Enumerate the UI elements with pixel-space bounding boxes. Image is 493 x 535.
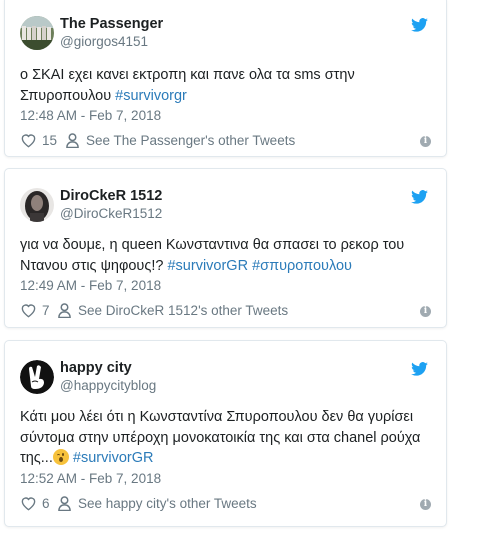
tweet-card: DiroCkeR 1512 @DiroCkeR1512 για να δουμε…	[4, 168, 447, 328]
hashtag-link[interactable]: #survivorgr	[115, 88, 187, 104]
like-count: 6	[42, 496, 50, 511]
other-tweets-label: See happy city's other Tweets	[78, 496, 257, 511]
like-button[interactable]: 6	[20, 496, 50, 511]
hashtag-link[interactable]: #survivorGR	[167, 258, 248, 274]
heart-icon	[21, 134, 36, 148]
other-tweets-link[interactable]: See The Passenger's other Tweets	[66, 133, 295, 148]
like-button[interactable]: 15	[20, 133, 57, 148]
tweet-line-end: της...	[20, 450, 53, 466]
avatar[interactable]	[20, 360, 54, 394]
heart-icon	[21, 497, 36, 511]
tweet-text: για να δουμε, η queen Κωνσταντινα θα σπα…	[20, 235, 430, 276]
tweet-timestamp[interactable]: 12:52 AM - Feb 7, 2018	[20, 471, 161, 486]
like-count: 15	[42, 133, 58, 148]
avatar[interactable]	[20, 188, 54, 222]
tweet-card: The Passenger @giorgos4151 ο ΣΚΑΙ εχει κ…	[4, 0, 447, 157]
other-tweets-link[interactable]: See happy city's other Tweets	[58, 496, 257, 511]
author-handle[interactable]: @giorgos4151	[60, 34, 148, 49]
tweet-body: ο ΣΚΑΙ εχει κανει εκτροπη και πανε ολα τ…	[20, 67, 355, 104]
tweet-line: της... #survivorGR	[20, 448, 430, 469]
author-handle[interactable]: @happycityblog	[60, 378, 156, 393]
tweet-text: Κάτι μου λέει ότι η Κωνσταντίνα Σπυροπου…	[20, 407, 430, 469]
info-icon[interactable]: i	[420, 136, 431, 147]
person-icon	[58, 303, 71, 318]
person-icon	[58, 496, 71, 511]
info-icon[interactable]: i	[420, 499, 431, 510]
hashtag-link[interactable]: #survivorGR	[73, 450, 154, 466]
author-name[interactable]: happy city	[60, 360, 132, 376]
tweet-card: happy city @happycityblog Κάτι μου λέει …	[4, 340, 447, 527]
author-name[interactable]: DiroCkeR 1512	[60, 188, 162, 204]
twitter-bird-icon[interactable]	[411, 18, 428, 32]
like-count: 7	[42, 303, 50, 318]
tweet-actions: 7 See DiroCkeR 1512's other Tweets i	[20, 303, 431, 321]
person-icon	[66, 133, 79, 148]
other-tweets-label: See The Passenger's other Tweets	[86, 133, 296, 148]
tweet-feed: The Passenger @giorgos4151 ο ΣΚΑΙ εχει κ…	[0, 0, 493, 535]
tweet-actions: 6 See happy city's other Tweets i	[20, 496, 431, 514]
tweet-line: Κάτι μου λέει ότι η Κωνσταντίνα Σπυροπου…	[20, 409, 414, 425]
twitter-bird-icon[interactable]	[411, 190, 428, 204]
heart-icon	[21, 304, 36, 318]
tweet-actions: 15 See The Passenger's other Tweets i	[20, 133, 431, 151]
tweet-text: ο ΣΚΑΙ εχει κανει εκτροπη και πανε ολα τ…	[20, 65, 430, 106]
tweet-timestamp[interactable]: 12:48 AM - Feb 7, 2018	[20, 108, 161, 123]
other-tweets-link[interactable]: See DiroCkeR 1512's other Tweets	[58, 303, 288, 318]
tweet-line: σύντομα στην υπέροχη μονοκατοικία της κα…	[20, 429, 421, 446]
like-button[interactable]: 7	[20, 303, 50, 318]
twitter-bird-icon[interactable]	[411, 362, 428, 376]
avatar[interactable]	[20, 16, 54, 50]
author-name[interactable]: The Passenger	[60, 16, 163, 32]
hashtag-link[interactable]: #σπυροπουλου	[252, 258, 352, 274]
author-handle[interactable]: @DiroCkeR1512	[60, 206, 162, 221]
other-tweets-label: See DiroCkeR 1512's other Tweets	[78, 303, 289, 318]
tweet-timestamp[interactable]: 12:49 AM - Feb 7, 2018	[20, 278, 161, 293]
winking-face-emoji	[52, 449, 69, 465]
info-icon[interactable]: i	[420, 306, 431, 317]
